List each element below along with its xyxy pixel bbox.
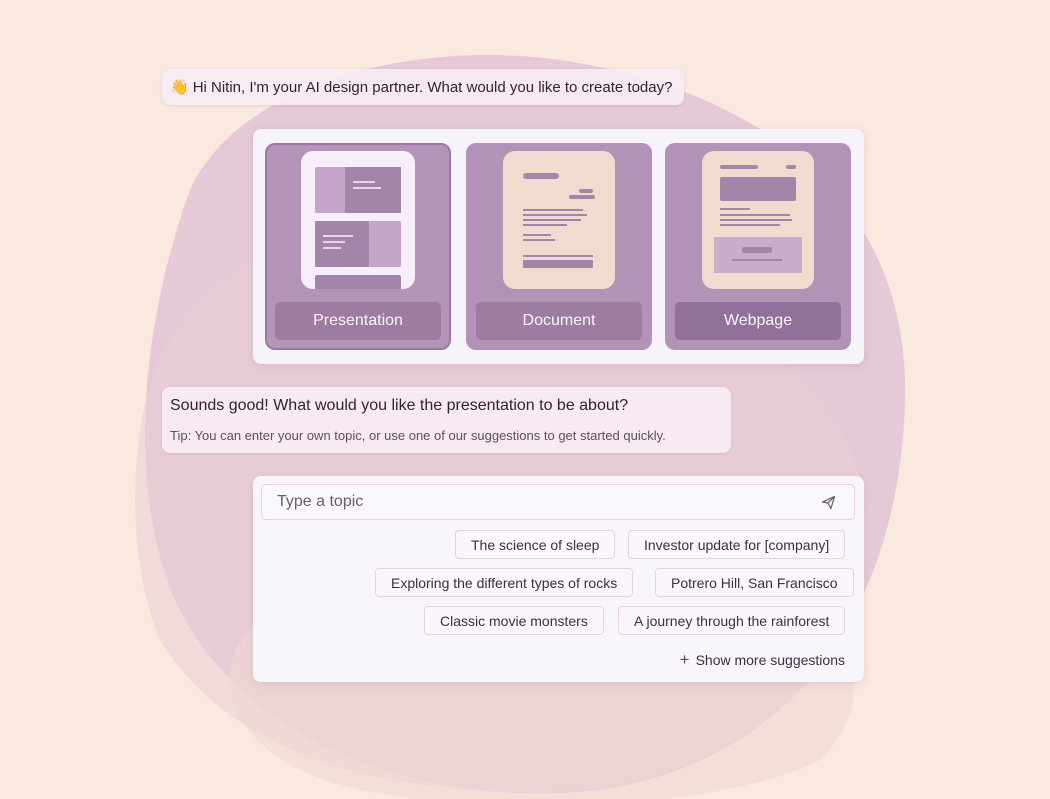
suggestion-chip[interactable]: Exploring the different types of rocks xyxy=(375,568,634,597)
presentation-button[interactable]: Presentation xyxy=(275,302,441,340)
assistant-message: Sounds good! What would you like the pre… xyxy=(162,387,731,453)
suggestion-chip[interactable]: Investor update for [company] xyxy=(628,530,846,559)
document-card[interactable]: Document xyxy=(466,143,652,350)
presentation-thumbnail xyxy=(301,151,415,289)
show-more-label: Show more suggestions xyxy=(695,651,845,668)
plus-icon: + xyxy=(679,650,690,669)
webpage-button[interactable]: Webpage xyxy=(675,302,841,340)
suggestion-chip[interactable]: A journey through the rainforest xyxy=(618,606,846,635)
greeting-message: 👋 Hi Nitin, I'm your AI design partner. … xyxy=(162,69,685,105)
assistant-question: Sounds good! What would you like the pre… xyxy=(170,397,629,414)
show-more-suggestions-button[interactable]: + Show more suggestions xyxy=(680,651,845,668)
topic-input[interactable] xyxy=(262,485,817,519)
webpage-thumbnail xyxy=(702,151,814,289)
suggestion-chip[interactable]: Potrero Hill, San Francisco xyxy=(655,568,854,597)
waving-hand-icon: 👋 xyxy=(170,79,189,96)
greeting-text: Hi Nitin, I'm your AI design partner. Wh… xyxy=(192,78,673,96)
suggestion-chip[interactable]: Classic movie monsters xyxy=(424,606,604,635)
paper-plane-icon[interactable] xyxy=(821,495,836,510)
document-button[interactable]: Document xyxy=(476,302,642,340)
document-thumbnail xyxy=(503,151,615,289)
webpage-card[interactable]: Webpage xyxy=(665,143,851,350)
suggestion-chip[interactable]: The science of sleep xyxy=(455,530,616,559)
assistant-tip: Tip: You can enter your own topic, or us… xyxy=(170,428,666,443)
content-type-panel: Presentation Document Webpage xyxy=(253,129,864,364)
topic-panel: The science of sleep Investor update for… xyxy=(253,476,864,682)
presentation-card[interactable]: Presentation xyxy=(265,143,451,350)
topic-input-field[interactable] xyxy=(261,484,855,520)
